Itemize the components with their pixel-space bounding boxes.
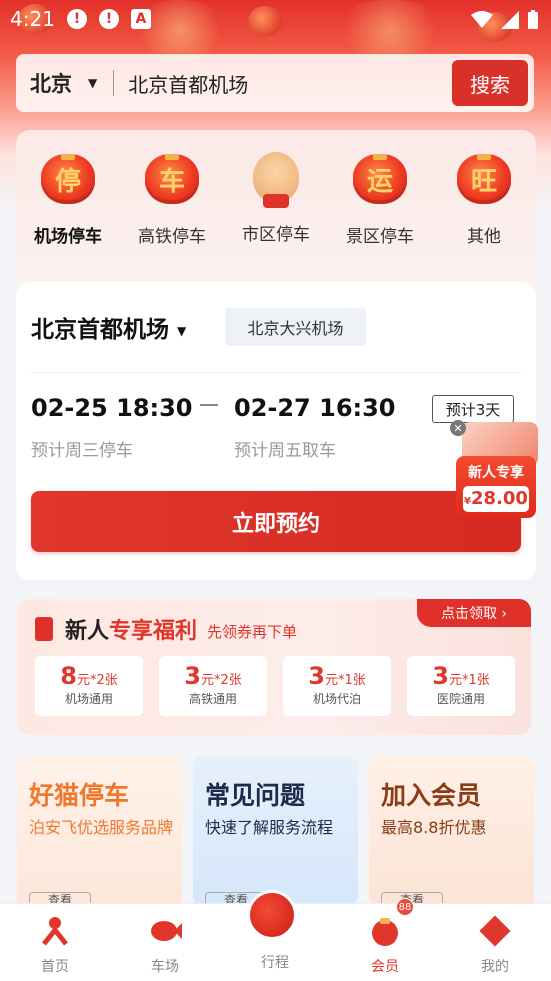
floating-coupon-title: 新人专享: [468, 465, 524, 481]
lantern-icon: 车: [145, 154, 199, 204]
search-button[interactable]: 搜索: [452, 60, 528, 106]
category-rail-parking[interactable]: 车 高铁停车: [120, 148, 224, 247]
promo-title-b: 专享福利: [109, 619, 198, 644]
signal-icon: [501, 11, 519, 29]
search-input[interactable]: 北京首都机场: [128, 69, 248, 98]
category-label: 机场停车: [34, 227, 102, 247]
end-subtitle: 预计周五取车: [234, 441, 336, 461]
search-divider: [113, 70, 115, 96]
membership-badge: 88: [396, 898, 414, 916]
new-user-floating-coupon[interactable]: ✕ 新人专享 ¥28.00: [450, 420, 540, 520]
category-other[interactable]: 旺 其他: [432, 148, 536, 247]
koi-fish-icon: [151, 921, 182, 941]
category-nav: 停 机场停车 车 高铁停车 市区停车 运 景区停车 旺 其他: [16, 148, 536, 247]
notification-alert-icon: !: [66, 9, 87, 29]
lucky-bag-icon: [372, 918, 398, 946]
tile-faq[interactable]: 常见问题 快速了解服务流程 查看: [193, 756, 358, 906]
lantern-icon: 停: [41, 154, 95, 204]
start-subtitle: 预计周三停车: [31, 441, 133, 461]
chevron-down-icon: ▼: [177, 323, 187, 338]
tile-membership[interactable]: 加入会员 最高8.8折优惠 查看: [369, 756, 534, 906]
category-label: 其他: [467, 227, 501, 247]
lantern-icon: 运: [353, 154, 407, 204]
wifi-icon: [471, 11, 493, 28]
city-selector[interactable]: 北京: [30, 68, 72, 98]
divider: [31, 372, 521, 373]
floating-coupon-body: 新人专享 ¥28.00: [456, 456, 536, 518]
promo-title-a: 新人: [65, 619, 110, 644]
claim-button[interactable]: 点击领取 ›: [417, 599, 531, 627]
new-user-promo: 新人专享福利 先领券再下单 点击领取 › 8元*2张 机场通用 3元*2张 高铁…: [17, 599, 531, 735]
lantern-icon: 旺: [457, 154, 511, 204]
search-bar: 北京 ▼ 北京首都机场 搜索: [16, 54, 534, 112]
coupon-item[interactable]: 8元*2张 机场通用: [35, 656, 143, 716]
chevron-down-icon[interactable]: ▼: [88, 76, 97, 90]
status-bar: 4:21 ! ! A: [0, 0, 551, 38]
tab-parking-lots[interactable]: 车场: [110, 904, 220, 981]
battery-icon: [528, 10, 538, 29]
airport-selector[interactable]: 北京首都机场 ▼: [31, 310, 186, 344]
duration-badge: 预计3天: [432, 395, 514, 423]
tab-membership[interactable]: 会员: [330, 904, 440, 981]
app-notification-icon: A: [130, 9, 151, 29]
tab-home[interactable]: 首页: [0, 904, 110, 981]
fortune-diamond-icon: [479, 915, 511, 947]
category-scenic-parking[interactable]: 运 景区停车: [328, 148, 432, 247]
category-label: 市区停车: [242, 225, 310, 245]
tile-brand[interactable]: 好猫停车 泊安飞优选服务品牌 查看: [17, 756, 182, 906]
category-airport-parking[interactable]: 停 机场停车: [16, 148, 120, 247]
airport-alt-chip[interactable]: 北京大兴机场: [225, 308, 366, 346]
red-envelope-icon: [35, 617, 53, 641]
promo-title: 新人专享福利: [65, 613, 197, 645]
horse-mascot-icon: [253, 152, 299, 208]
coupon-item[interactable]: 3元*1张 医院通用: [407, 656, 515, 716]
promo-subtitle: 先领券再下单: [207, 623, 298, 641]
category-label: 高铁停车: [138, 227, 206, 247]
category-city-parking[interactable]: 市区停车: [224, 148, 328, 247]
coupon-item[interactable]: 3元*2张 高铁通用: [159, 656, 267, 716]
status-time: 4:21: [10, 7, 55, 31]
notification-alert-icon: !: [98, 9, 119, 29]
category-label: 景区停车: [346, 227, 414, 247]
close-icon[interactable]: ✕: [450, 420, 466, 436]
tab-profile[interactable]: 我的: [440, 904, 550, 981]
home-icon: [42, 917, 68, 946]
time-range-dash: [200, 404, 218, 406]
end-time[interactable]: 02-27 16:30: [234, 394, 396, 422]
start-time[interactable]: 02-25 18:30: [31, 394, 193, 422]
floating-coupon-price: ¥28.00: [463, 486, 529, 512]
trips-center-button[interactable]: [247, 890, 297, 940]
airport-selected: 北京首都机场: [31, 317, 169, 343]
feature-tiles: 好猫停车 泊安飞优选服务品牌 查看 常见问题 快速了解服务流程 查看 加入会员 …: [17, 756, 534, 906]
coupon-list: 8元*2张 机场通用 3元*2张 高铁通用 3元*1张 机场代泊 3元*1张 医…: [35, 656, 515, 716]
book-now-button[interactable]: 立即预约: [31, 491, 521, 552]
coupon-item[interactable]: 3元*1张 机场代泊: [283, 656, 391, 716]
